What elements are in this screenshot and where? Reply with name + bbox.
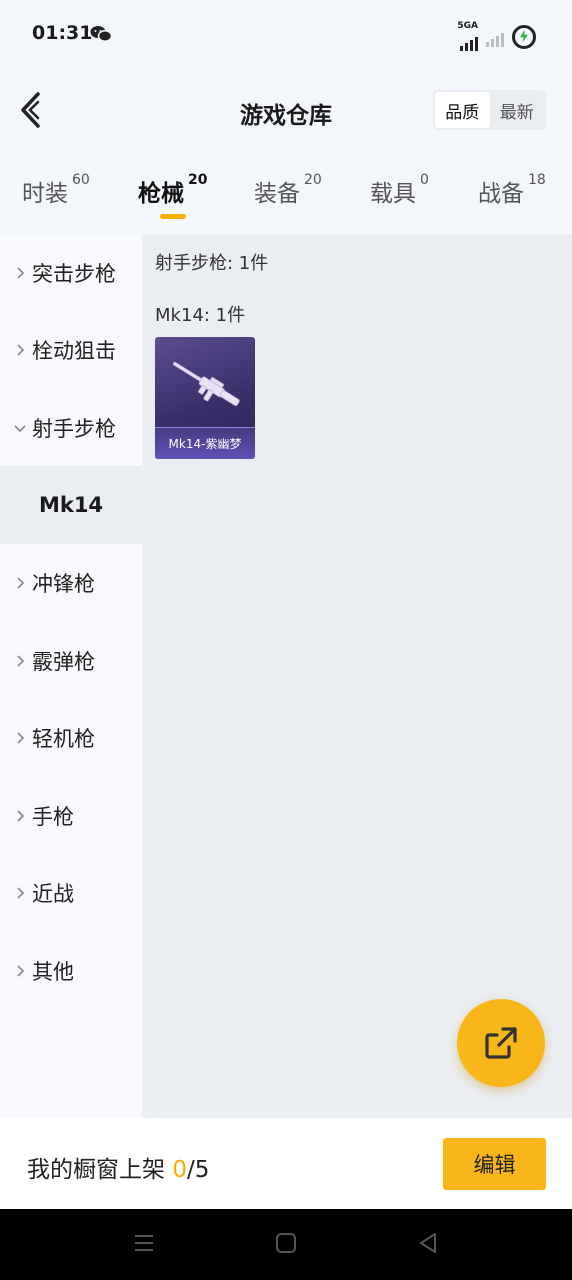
showcase-bar: 我的橱窗上架 0/5 编辑 [0, 1118, 572, 1209]
sidebar-item-label: 栓动狙击 [32, 339, 116, 363]
edit-button[interactable]: 编辑 [443, 1138, 546, 1190]
chevron-right-icon [17, 655, 25, 667]
tab-count: 20 [188, 172, 208, 188]
showcase-total: /5 [186, 1157, 210, 1183]
header: 游戏仓库 品质 最新 [0, 70, 572, 152]
sidebar-item-shotgun[interactable]: 霰弹枪 [0, 622, 142, 700]
sidebar-item-label: 轻机枪 [32, 727, 95, 751]
share-icon [485, 1027, 517, 1059]
sidebar-item-melee[interactable]: 近战 [0, 854, 142, 932]
sidebar-item-bolt-sniper[interactable]: 栓动狙击 [0, 311, 142, 389]
tab-supplies[interactable]: 战备18 [478, 172, 546, 208]
sidebar-item-lmg[interactable]: 轻机枪 [0, 699, 142, 777]
tab-count: 18 [528, 172, 546, 188]
tab-label: 时装 [22, 181, 68, 207]
sort-newest-button[interactable]: 最新 [490, 92, 545, 128]
status-time: 01:31 [32, 22, 93, 44]
sidebar-item-label: 射手步枪 [32, 417, 116, 441]
tab-equipment[interactable]: 装备20 [254, 172, 322, 208]
sidebar-item-marksman-rifle[interactable]: 射手步枪 [0, 389, 142, 467]
tab-label: 枪械 [138, 181, 184, 207]
sub-group-label: Mk14: 1件 [155, 305, 246, 326]
chevron-right-icon [17, 344, 25, 356]
battery-charging-icon [512, 24, 536, 49]
sidebar-item-label: 手枪 [32, 805, 74, 829]
sidebar-item-label: 冲锋枪 [32, 572, 95, 596]
item-card[interactable]: Mk14-紫幽梦 [155, 337, 255, 459]
sidebar-item-assault-rifle[interactable]: 突击步枪 [0, 234, 142, 312]
sidebar-item-other[interactable]: 其他 [0, 932, 142, 1010]
active-tab-indicator [160, 214, 186, 219]
tab-fashion[interactable]: 时装60 [22, 172, 90, 208]
chevron-down-icon [14, 425, 26, 433]
item-grid-area: 射手步枪: 1件 Mk14: 1件 Mk14-紫幽梦 [142, 234, 572, 1118]
sidebar-item-pistol[interactable]: 手枪 [0, 777, 142, 855]
item-name: Mk14-紫幽梦 [155, 427, 255, 459]
rifle-icon [172, 361, 240, 406]
tab-count: 0 [420, 172, 429, 188]
tab-label: 载具 [370, 181, 416, 207]
network-label: 5GA [457, 21, 478, 31]
tab-label: 装备 [254, 181, 300, 207]
chevron-right-icon [17, 887, 25, 899]
signal-icon-secondary [486, 27, 504, 47]
sidebar: 突击步枪 栓动狙击 射手步枪 Mk14 冲锋枪 霰弹枪 轻机枪 手枪 近战 其他 [0, 234, 142, 1118]
chevron-right-icon [17, 732, 25, 744]
chevron-right-icon [17, 965, 25, 977]
showcase-status: 我的橱窗上架 0/5 [27, 1150, 209, 1184]
sidebar-item-label: 近战 [32, 882, 74, 906]
tab-vehicles[interactable]: 载具0 [370, 172, 429, 208]
sidebar-item-label: 突击步枪 [32, 262, 116, 286]
wechat-icon [90, 26, 112, 42]
sort-toggle: 品质 最新 [433, 90, 546, 130]
category-tabs: 时装60 枪械20 装备20 载具0 战备18 [0, 152, 572, 234]
sidebar-item-label: 其他 [32, 960, 74, 984]
chevron-right-icon [17, 577, 25, 589]
share-button[interactable] [457, 999, 545, 1087]
sidebar-subitem-mk14[interactable]: Mk14 [0, 466, 142, 544]
showcase-label: 我的橱窗上架 [27, 1157, 173, 1183]
sidebar-item-label: 霰弹枪 [32, 650, 95, 674]
signal-icon [460, 31, 478, 51]
sidebar-item-smg[interactable]: 冲锋枪 [0, 544, 142, 622]
home-icon[interactable] [274, 1231, 298, 1255]
signal-5ga: 5GA [457, 22, 478, 51]
status-bar: 01:31 5GA [0, 0, 572, 70]
tab-guns[interactable]: 枪械20 [138, 172, 208, 208]
tab-label: 战备 [478, 181, 524, 207]
sort-quality-button[interactable]: 品质 [435, 92, 490, 128]
menu-icon[interactable] [132, 1231, 156, 1255]
tab-count: 60 [72, 172, 90, 188]
tab-count: 20 [304, 172, 322, 188]
showcase-current-count: 0 [172, 1157, 187, 1183]
chevron-right-icon [17, 810, 25, 822]
back-triangle-icon[interactable] [416, 1231, 440, 1255]
chevron-right-icon [17, 267, 25, 279]
group-label: 射手步枪: 1件 [155, 253, 269, 274]
system-navbar [0, 1209, 572, 1280]
